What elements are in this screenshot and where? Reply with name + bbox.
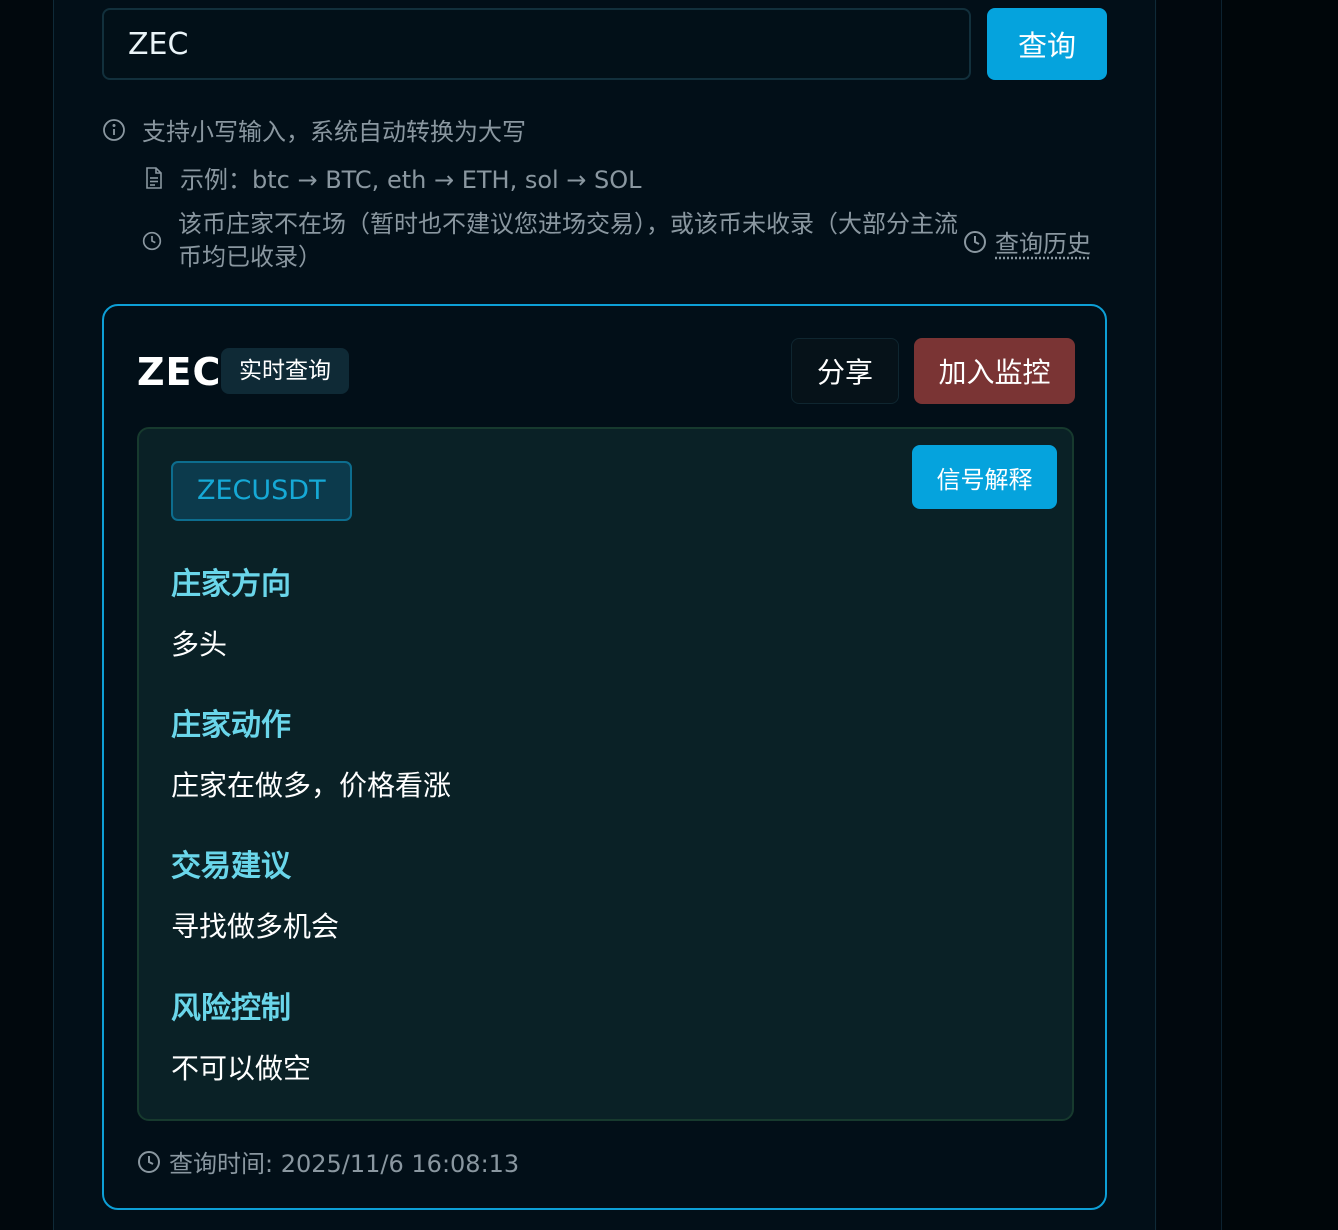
trading-pair-tag[interactable]: ZECUSDT [171, 461, 352, 521]
result-card: ZEC 实时查询 分享 加入监控 ZECUSDT 信号解释 庄家方向 多头 庄家… [102, 304, 1107, 1210]
lowercase-tip: 支持小写输入，系统自动转换为大写 [102, 112, 526, 147]
clock-icon [138, 1150, 160, 1173]
signal-explain-button[interactable]: 信号解释 [912, 445, 1057, 509]
query-history-label: 查询历史 [995, 230, 1091, 258]
document-icon [146, 166, 162, 189]
share-button[interactable]: 分享 [791, 338, 899, 404]
page-background-left [0, 0, 53, 1230]
section-title-advice: 交易建议 [171, 849, 291, 884]
section-value-action: 庄家在做多，价格看涨 [171, 769, 452, 802]
page-background-right [1222, 0, 1338, 1230]
section-title-risk: 风险控制 [171, 991, 291, 1026]
query-button[interactable]: 查询 [987, 8, 1107, 80]
section-value-risk: 不可以做空 [171, 1052, 312, 1085]
clock-icon [142, 231, 162, 251]
query-history-link[interactable]: 查询历史 [963, 224, 1091, 259]
example-tip: 示例：btc → BTC, eth → ETH, sol → SOL [144, 160, 642, 195]
section-title-action: 庄家动作 [171, 708, 291, 743]
example-tip-text: 示例：btc → BTC, eth → ETH, sol → SOL [180, 166, 642, 194]
add-monitor-button[interactable]: 加入监控 [914, 338, 1075, 404]
lowercase-tip-text: 支持小写输入，系统自动转换为大写 [142, 118, 526, 146]
section-value-direction: 多头 [171, 628, 228, 661]
symbol-title: ZEC [137, 350, 222, 394]
not-listed-tip-text: 该币庄家不在场（暂时也不建议您进场交易），或该币未收录（大部分主流币均已收录） [178, 210, 958, 271]
query-time-text: 查询时间: 2025/11/6 16:08:13 [169, 1150, 520, 1178]
section-value-advice: 寻找做多机会 [171, 910, 340, 943]
query-time: 查询时间: 2025/11/6 16:08:13 [137, 1144, 519, 1179]
section-title-direction: 庄家方向 [171, 567, 291, 602]
realtime-badge: 实时查询 [221, 348, 349, 394]
clock-icon [964, 230, 986, 253]
signal-panel: ZECUSDT 信号解释 庄家方向 多头 庄家动作 庄家在做多，价格看涨 交易建… [137, 427, 1074, 1121]
info-icon [103, 118, 125, 141]
symbol-search-input[interactable] [102, 8, 971, 80]
not-listed-tip: 该币庄家不在场（暂时也不建议您进场交易），或该币未收录（大部分主流币均已收录） [142, 208, 962, 274]
side-column [1157, 0, 1222, 1230]
